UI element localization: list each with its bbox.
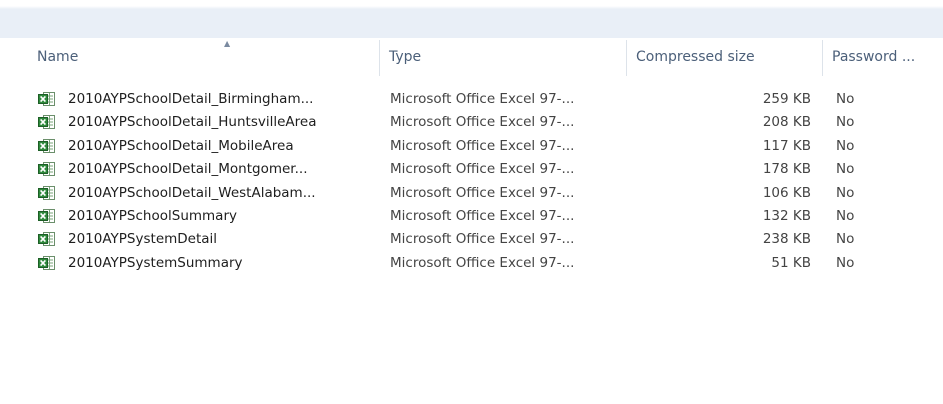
file-type: Microsoft Office Excel 97-... — [390, 137, 575, 154]
file-name: 2010AYPSchoolDetail_HuntsvilleArea — [68, 114, 317, 131]
file-name: 2010AYPSchoolDetail_Montgomer... — [68, 161, 308, 178]
table-row[interactable]: 2010AYPSchoolDetail_HuntsvilleArea Micros… — [0, 111, 943, 134]
password-protected: No — [836, 231, 855, 248]
table-row[interactable]: 2010AYPSystemSummary Microsoft Office Exc… — [0, 252, 943, 275]
file-name: 2010AYPSchoolSummary — [68, 207, 237, 224]
compressed-size: 208 KB — [762, 114, 811, 131]
toolbar-strip — [0, 0, 943, 38]
column-header-row: Name ▲ Type Compressed size Password ... — [0, 38, 943, 76]
table-row[interactable]: 2010AYPSchoolDetail_MobileArea Microsoft … — [0, 135, 943, 158]
compressed-size: 117 KB — [762, 137, 811, 154]
table-row[interactable]: 2010AYPSchoolDetail_Montgomer... Microsof… — [0, 158, 943, 181]
password-protected: No — [836, 91, 855, 107]
file-name: 2010AYPSystemSummary — [68, 254, 243, 271]
column-header-name[interactable]: Name ▲ — [28, 38, 378, 76]
table-row[interactable]: 2010AYPSystemDetail Microsoft Office Exce… — [0, 228, 943, 251]
sort-ascending-icon: ▲ — [224, 39, 231, 48]
file-name: 2010AYPSystemDetail — [68, 231, 218, 248]
file-type: Microsoft Office Excel 97-... — [390, 114, 575, 131]
column-header-name-label: Name — [37, 49, 79, 65]
file-name: 2010AYPSchoolDetail_WestAlabam... — [68, 184, 316, 201]
compressed-size: 259 KB — [762, 91, 811, 107]
password-protected: No — [836, 137, 855, 154]
column-header-password[interactable]: Password ... — [823, 38, 943, 76]
column-header-type-label: Type — [389, 49, 422, 65]
file-name: 2010AYPSchoolDetail_MobileArea — [68, 137, 294, 154]
password-protected: No — [836, 161, 855, 178]
compressed-size: 178 KB — [762, 161, 811, 178]
file-type: Microsoft Office Excel 97-... — [390, 254, 575, 271]
column-header-compressed-size[interactable]: Compressed size — [627, 38, 822, 76]
compressed-size: 106 KB — [762, 184, 811, 201]
password-protected: No — [836, 114, 855, 131]
column-header-password-label: Password ... — [832, 49, 916, 65]
file-name: 2010AYPSchoolDetail_Birmingham... — [68, 91, 314, 107]
table-row[interactable]: 2010AYPSchoolSummary Microsoft Office Exc… — [0, 205, 943, 228]
compressed-size: 238 KB — [762, 231, 811, 248]
table-row[interactable]: 2010AYPSchoolDetail_WestAlabam... Microso… — [0, 182, 943, 205]
file-list: 2010AYPSchoolDetail_Birmingham... Microso… — [0, 88, 943, 275]
password-protected: No — [836, 254, 855, 271]
column-header-type[interactable]: Type — [380, 38, 626, 76]
compressed-size: 51 KB — [771, 254, 811, 271]
table-row[interactable]: 2010AYPSchoolDetail_Birmingham... Microso… — [0, 88, 943, 111]
compressed-size: 132 KB — [762, 207, 811, 224]
password-protected: No — [836, 184, 855, 201]
file-type: Microsoft Office Excel 97-... — [390, 207, 575, 224]
file-type: Microsoft Office Excel 97-... — [390, 184, 575, 201]
column-header-compressed-size-label: Compressed size — [636, 49, 755, 65]
file-type: Microsoft Office Excel 97-... — [390, 231, 575, 248]
file-type: Microsoft Office Excel 97-... — [390, 91, 575, 107]
file-type: Microsoft Office Excel 97-... — [390, 161, 575, 178]
password-protected: No — [836, 207, 855, 224]
